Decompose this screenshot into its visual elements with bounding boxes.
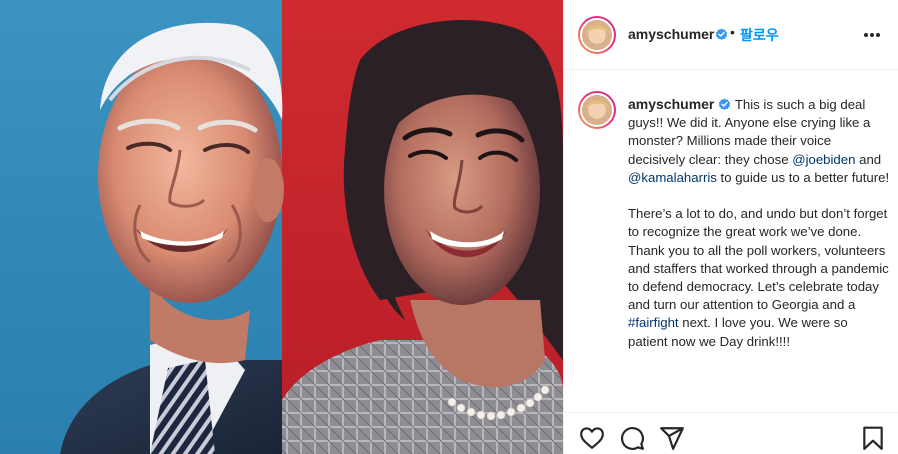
caption-text-segment: to guide us to a better future! [716,169,890,185]
mention-link[interactable]: #fairfight [628,315,679,330]
action-bar [564,412,898,454]
more-options-icon[interactable] [864,24,886,44]
caption-avatar-image [582,95,612,125]
post-photo[interactable] [0,0,563,454]
follow-button[interactable]: 팔로우 [740,25,779,45]
comment-icon[interactable] [619,425,645,451]
caption-username[interactable]: amyschumer [628,96,714,112]
caption-text: amyschumer This is such a big deal guys!… [628,95,890,351]
post-side-panel: amyschumer • 팔로우 amyschumer This is such… [563,0,898,454]
caption-verified-badge-icon [719,98,731,110]
caption-text-segment: and [855,151,882,167]
avatar-image [582,20,612,50]
verified-badge-icon [715,28,728,40]
heart-icon[interactable] [579,425,605,451]
caption-paragraph-1: amyschumer This is such a big deal guys!… [628,95,890,187]
mention-link[interactable]: @kamalaharris [628,170,717,185]
post-photo-illustration [0,0,563,454]
separator-dot: • [730,24,735,40]
avatar[interactable] [578,16,616,54]
mention-link[interactable]: @joebiden [792,152,855,167]
caption-paragraph-2: There’s a lot to do, and undo but don’t … [628,205,890,351]
caption-text-segment: There’s a lot to do, and undo but don’t … [628,206,889,313]
post-header: amyschumer • 팔로우 [564,0,898,70]
author-username[interactable]: amyschumer [628,26,714,42]
bookmark-icon[interactable] [860,425,886,451]
caption-comment: amyschumer This is such a big deal guys!… [564,71,898,412]
caption-avatar[interactable] [578,91,616,129]
share-icon[interactable] [659,425,685,451]
instagram-post: amyschumer • 팔로우 amyschumer This is such… [0,0,898,454]
